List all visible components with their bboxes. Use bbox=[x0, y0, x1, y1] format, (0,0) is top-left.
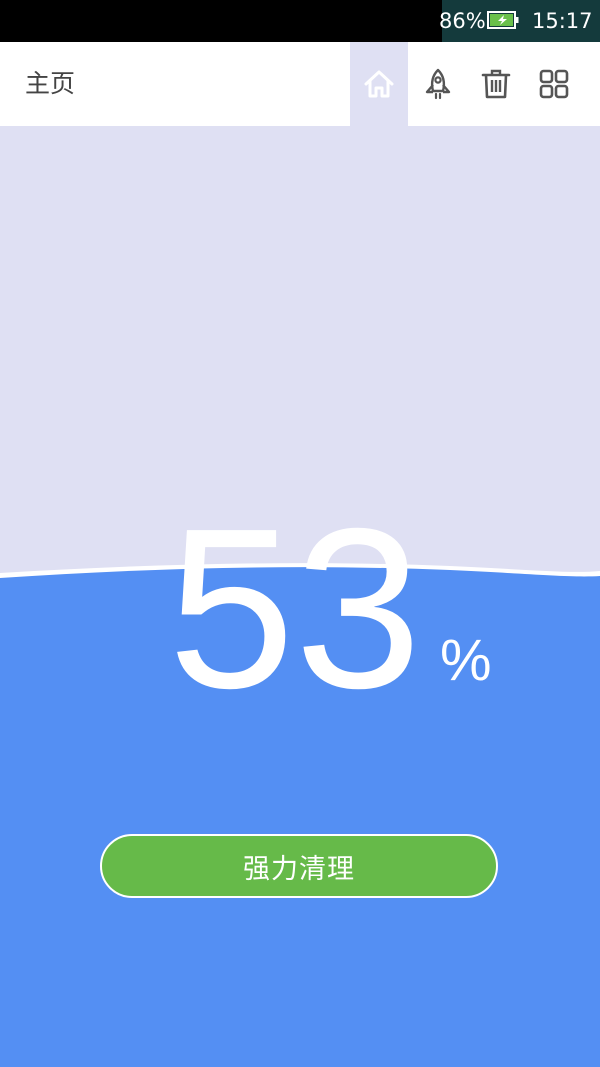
deep-clean-button[interactable]: 强力清理 bbox=[100, 834, 498, 898]
grid-icon bbox=[539, 69, 569, 99]
battery-charging-icon bbox=[487, 11, 519, 29]
toolbar: 主页 bbox=[0, 42, 600, 126]
page-title: 主页 bbox=[25, 69, 76, 98]
clean-tab-button[interactable] bbox=[467, 42, 525, 126]
battery-percent: 86% bbox=[439, 9, 486, 33]
home-button[interactable] bbox=[350, 42, 408, 126]
clock: 15:17 bbox=[532, 9, 593, 33]
memory-percent-unit: % bbox=[440, 628, 492, 693]
boost-button[interactable] bbox=[409, 42, 467, 126]
apps-button[interactable] bbox=[525, 42, 583, 126]
screen: 86% 15:17 主页 53 % 强力清理 bbox=[0, 0, 600, 1067]
rocket-icon bbox=[425, 68, 451, 100]
trash-icon bbox=[481, 69, 511, 99]
memory-gauge: 53 % 强力清理 bbox=[0, 126, 600, 1067]
memory-percent-value: 53 bbox=[168, 482, 422, 736]
home-icon bbox=[364, 70, 394, 98]
status-bar: 86% 15:17 bbox=[0, 0, 600, 42]
